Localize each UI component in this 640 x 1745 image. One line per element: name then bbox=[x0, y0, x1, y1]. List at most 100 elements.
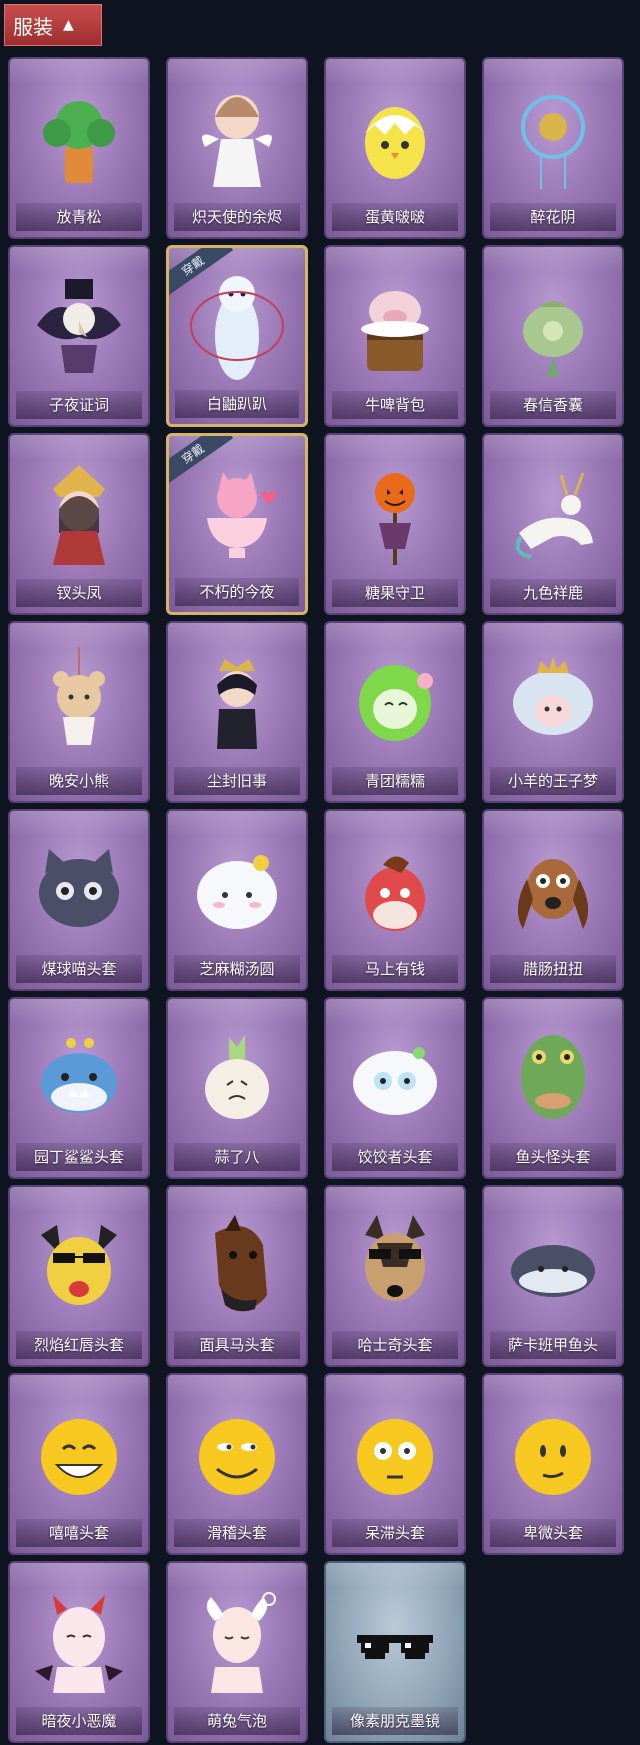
green-dumpling-icon bbox=[343, 641, 447, 759]
item-label: 白鼬趴趴 bbox=[175, 390, 299, 418]
item-label: 炽天使的余烬 bbox=[174, 203, 300, 231]
item-label: 烈焰红唇头套 bbox=[16, 1331, 142, 1359]
smirk-emoji-head-icon bbox=[185, 1393, 289, 1511]
item-label: 哈士奇头套 bbox=[332, 1331, 458, 1359]
item-label: 滑稽头套 bbox=[174, 1519, 300, 1547]
item-card[interactable]: 牛啤背包 bbox=[324, 245, 466, 427]
item-card[interactable]: 萨卡班甲鱼头 bbox=[482, 1185, 624, 1367]
item-label: 园丁鲨鲨头套 bbox=[16, 1143, 142, 1171]
pink-fox-bowl-icon bbox=[185, 454, 289, 572]
item-label: 不朽的今夜 bbox=[175, 578, 299, 606]
crow-mask-icon bbox=[27, 265, 131, 383]
item-card[interactable]: 九色祥鹿 bbox=[482, 433, 624, 615]
item-label: 放青松 bbox=[16, 203, 142, 231]
item-label: 马上有钱 bbox=[332, 955, 458, 983]
item-label: 饺饺者头套 bbox=[332, 1143, 458, 1171]
item-label: 青团糯糯 bbox=[332, 767, 458, 795]
sausage-dog-head-icon bbox=[501, 829, 605, 947]
chevron-up-icon: ▲ bbox=[63, 17, 74, 33]
item-card[interactable]: 煤球喵头套 bbox=[8, 809, 150, 991]
item-label: 尘封旧事 bbox=[174, 767, 300, 795]
item-card[interactable]: 烈焰红唇头套 bbox=[8, 1185, 150, 1367]
item-card[interactable]: 马上有钱 bbox=[324, 809, 466, 991]
item-label: 春信香囊 bbox=[490, 391, 616, 419]
item-card[interactable]: 滑稽头套 bbox=[166, 1373, 308, 1555]
red-horse-head-icon bbox=[343, 829, 447, 947]
bear-charm-icon bbox=[27, 641, 131, 759]
item-label: 钗头凤 bbox=[16, 579, 142, 607]
item-card[interactable]: 尘封旧事 bbox=[166, 621, 308, 803]
item-label: 面具马头套 bbox=[174, 1331, 300, 1359]
item-label: 芝麻糊汤圆 bbox=[174, 955, 300, 983]
item-card[interactable]: 小羊的王子梦 bbox=[482, 621, 624, 803]
item-label: 萨卡班甲鱼头 bbox=[490, 1331, 616, 1359]
egg-chick-icon bbox=[343, 77, 447, 195]
horse-mask-icon bbox=[185, 1205, 289, 1323]
deer-charm-icon bbox=[501, 453, 605, 571]
item-card[interactable]: 蒜了八 bbox=[166, 997, 308, 1179]
sachet-icon bbox=[501, 265, 605, 383]
angel-doll-icon bbox=[185, 77, 289, 195]
item-card[interactable]: 糖果守卫 bbox=[324, 433, 466, 615]
item-label: 醉花阴 bbox=[490, 203, 616, 231]
garlic-head-icon bbox=[185, 1017, 289, 1135]
item-card[interactable]: 嘻嘻头套 bbox=[8, 1373, 150, 1555]
white-ferret-icon bbox=[185, 266, 289, 384]
blank-emoji-head-icon bbox=[343, 1393, 447, 1511]
item-card[interactable]: 放青松 bbox=[8, 57, 150, 239]
item-card[interactable]: 面具马头套 bbox=[166, 1185, 308, 1367]
item-card[interactable]: 蛋黄啵啵 bbox=[324, 57, 466, 239]
husky-head-icon bbox=[343, 1205, 447, 1323]
item-card[interactable]: 穿戴 不朽的今夜 bbox=[166, 433, 308, 615]
item-label: 牛啤背包 bbox=[332, 391, 458, 419]
bunny-bubble-icon bbox=[185, 1581, 289, 1699]
item-card[interactable]: 子夜证词 bbox=[8, 245, 150, 427]
item-label: 萌兔气泡 bbox=[174, 1707, 300, 1735]
dumpling-head-icon bbox=[343, 1017, 447, 1135]
prince-doll-icon bbox=[185, 641, 289, 759]
item-label: 蒜了八 bbox=[174, 1143, 300, 1171]
item-label: 子夜证词 bbox=[16, 391, 142, 419]
item-label: 蛋黄啵啵 bbox=[332, 203, 458, 231]
sheep-crown-icon bbox=[501, 641, 605, 759]
item-card[interactable]: 晚安小熊 bbox=[8, 621, 150, 803]
item-card[interactable]: 饺饺者头套 bbox=[324, 997, 466, 1179]
section-toggle-clothing[interactable]: 服装 ▲ bbox=[4, 4, 102, 46]
item-card[interactable]: 鱼头怪头套 bbox=[482, 997, 624, 1179]
item-card[interactable]: 腊肠扭扭 bbox=[482, 809, 624, 991]
item-card[interactable]: 青团糯糯 bbox=[324, 621, 466, 803]
item-card[interactable]: 春信香囊 bbox=[482, 245, 624, 427]
item-card[interactable]: 钗头凤 bbox=[8, 433, 150, 615]
item-card[interactable]: 炽天使的余烬 bbox=[166, 57, 308, 239]
shark-head-icon bbox=[27, 1017, 131, 1135]
item-label: 暗夜小恶魔 bbox=[16, 1707, 142, 1735]
armored-fish-head-icon bbox=[501, 1205, 605, 1323]
item-label: 小羊的王子梦 bbox=[490, 767, 616, 795]
flower-lantern-icon bbox=[501, 77, 605, 195]
item-card[interactable]: 穿戴 白鼬趴趴 bbox=[166, 245, 308, 427]
item-card[interactable]: 萌兔气泡 bbox=[166, 1561, 308, 1743]
pine-bonsai-icon bbox=[27, 77, 131, 195]
devil-head-icon bbox=[27, 1581, 131, 1699]
rice-ball-head-icon bbox=[185, 829, 289, 947]
item-card[interactable]: 哈士奇头套 bbox=[324, 1185, 466, 1367]
cow-barrel-icon bbox=[343, 265, 447, 383]
item-card[interactable]: 醉花阴 bbox=[482, 57, 624, 239]
fish-head-icon bbox=[501, 1017, 605, 1135]
item-label: 腊肠扭扭 bbox=[490, 955, 616, 983]
pixel-sunglasses-icon bbox=[343, 1581, 447, 1699]
item-card[interactable]: 园丁鲨鲨头套 bbox=[8, 997, 150, 1179]
item-label: 晚安小熊 bbox=[16, 767, 142, 795]
item-card[interactable]: 像素朋克墨镜 bbox=[324, 1561, 466, 1743]
item-label: 鱼头怪头套 bbox=[490, 1143, 616, 1171]
item-card[interactable]: 芝麻糊汤圆 bbox=[166, 809, 308, 991]
section-title: 服装 bbox=[13, 14, 53, 39]
item-label: 煤球喵头套 bbox=[16, 955, 142, 983]
item-card[interactable]: 卑微头套 bbox=[482, 1373, 624, 1555]
item-card[interactable]: 暗夜小恶魔 bbox=[8, 1561, 150, 1743]
item-card[interactable]: 呆滞头套 bbox=[324, 1373, 466, 1555]
item-label: 像素朋克墨镜 bbox=[332, 1707, 458, 1735]
black-cat-head-icon bbox=[27, 829, 131, 947]
item-label: 呆滞头套 bbox=[332, 1519, 458, 1547]
item-grid: 放青松 炽天使的余烬 蛋黄啵啵 醉花阴子夜证词 穿戴 白鼬趴趴 牛啤背包 春信香囊钗头凤 穿戴不… bbox=[8, 57, 624, 1743]
